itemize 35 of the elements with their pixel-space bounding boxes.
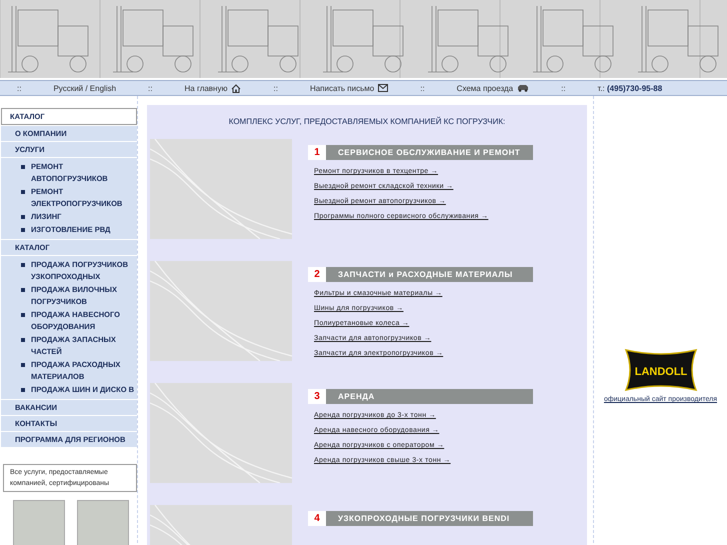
phone-number: т.: (495)730-95-88 [598, 84, 662, 92]
section-title: АРЕНДА [326, 389, 533, 404]
certificate-photo-placeholder[interactable] [77, 500, 129, 545]
bullet-icon [21, 228, 25, 232]
bullet-icon [21, 263, 25, 267]
nav-separator: :: [420, 84, 425, 92]
section-number: 1 [308, 145, 326, 160]
landoll-logo[interactable]: LANDOLL [624, 348, 698, 392]
car-icon [517, 84, 530, 92]
bullet-icon [21, 190, 25, 194]
envelope-icon [378, 84, 388, 92]
bullet-icon [21, 288, 25, 292]
section-title: СЕРВИСНОЕ ОБСЛУЖИВАНИЕ И РЕМОНТ [326, 145, 533, 160]
bullet-icon [21, 313, 25, 317]
services-heading: КОМПЛЕКС УСЛУГ, ПРЕДОСТАВЛЯЕМЫХ КОМПАНИЕЙ КС ПОГРУЗЧИК: [228, 117, 506, 126]
section-number: 3 [308, 389, 326, 404]
section-number: 4 [308, 511, 326, 526]
bullet-icon [21, 388, 25, 392]
nav-separator: :: [148, 84, 152, 92]
bullet-icon [21, 338, 25, 342]
nav-separator: :: [561, 84, 566, 92]
home-icon [231, 84, 242, 92]
section-title: ЗАПЧАСТИ и РАСХОДНЫЕ МАТЕРИАЛЫ [326, 267, 533, 282]
section-title: УЗКОПРОХОДНЫЕ ПОГРУЗЧИКИ BENDI [326, 511, 533, 526]
nav-separator: :: [273, 84, 278, 92]
bullet-icon [21, 165, 25, 169]
nav-link[interactable]: Написать письмо [310, 84, 388, 92]
nav-link[interactable]: Схема проезда [456, 84, 530, 92]
nav-separator: :: [17, 84, 22, 92]
nav-link[interactable]: На главную [184, 84, 242, 92]
section-number: 2 [308, 267, 326, 282]
certificate-photo-placeholder[interactable] [13, 500, 65, 545]
bullet-icon [21, 215, 25, 219]
nav-link[interactable]: Русский / English [53, 84, 116, 92]
bullet-icon [21, 363, 25, 367]
